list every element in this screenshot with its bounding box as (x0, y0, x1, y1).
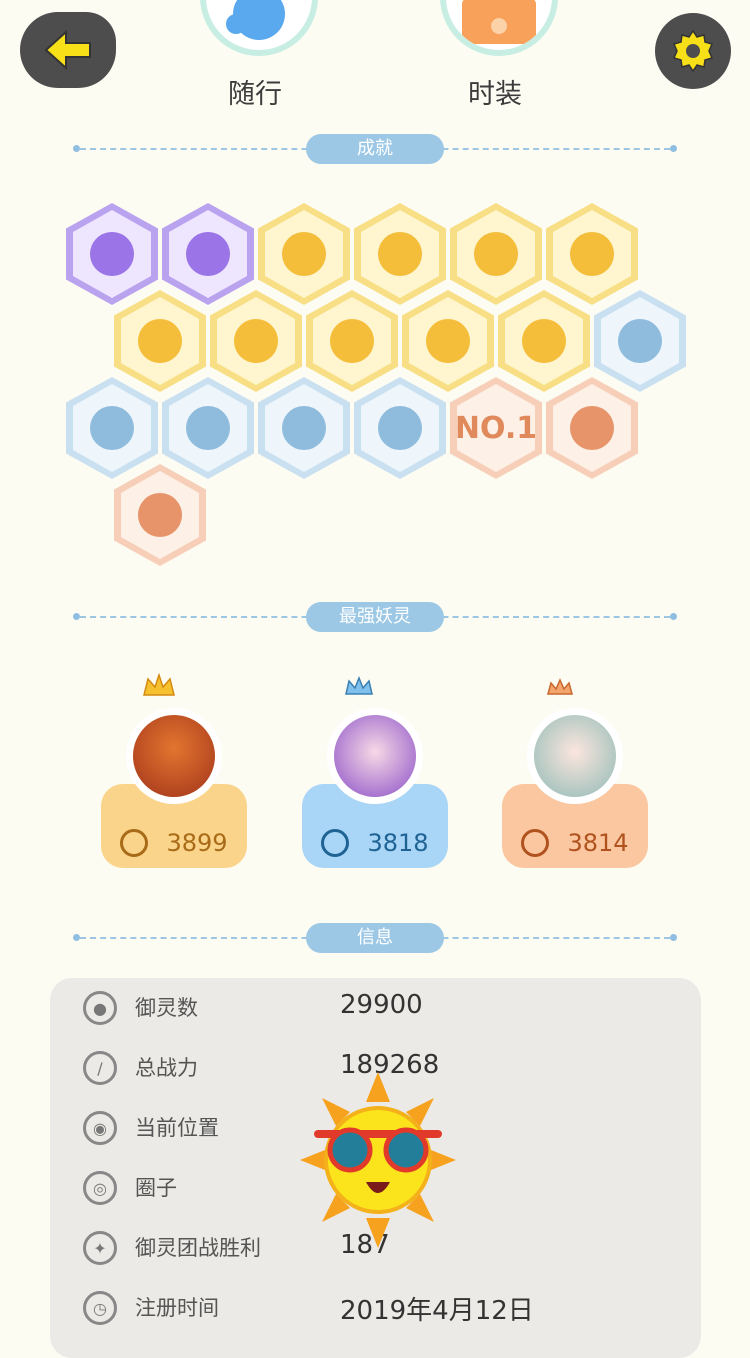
location-icon: ◉ (83, 1111, 117, 1145)
settings-button[interactable] (655, 13, 731, 89)
spirit-figure-icon (90, 406, 134, 450)
sword-icon: / (83, 1051, 117, 1085)
scroll-icon (426, 319, 470, 363)
companion-spirit-icon (226, 0, 285, 40)
shoe-icon (282, 232, 326, 276)
achievement-badge[interactable] (258, 203, 350, 305)
circle-icon: ◎ (83, 1171, 117, 1205)
cat-icon (378, 406, 422, 450)
info-label: 注册时间 (135, 1296, 219, 1320)
spirit-power: 3899 (166, 829, 228, 857)
info-value: 2019年4月12日 (340, 1296, 534, 1326)
achievement-badge[interactable] (354, 203, 446, 305)
achievement-badge[interactable] (114, 464, 206, 566)
achievement-badge[interactable] (450, 203, 542, 305)
achievement-badge[interactable] (114, 290, 206, 392)
spirits-section-title: 最强妖灵 (306, 602, 444, 632)
achievement-badge[interactable] (66, 203, 158, 305)
sword-icon (120, 829, 149, 857)
info-value: 29900 (340, 990, 423, 1020)
spirit-power: 3814 (567, 829, 629, 857)
divider-dot-left (73, 145, 80, 152)
stroller-icon (186, 406, 230, 450)
info-section-title: 信息 (306, 923, 444, 953)
fashion-label[interactable]: 时装 (425, 72, 565, 111)
companion-button[interactable] (200, 0, 318, 56)
gem-icon (570, 232, 614, 276)
crown-blue-icon (344, 675, 374, 702)
fox-icon (138, 319, 182, 363)
crown-orange-icon (546, 678, 574, 702)
info-label: 圈子 (135, 1176, 177, 1200)
achievement-badge[interactable] (162, 203, 254, 305)
achievement-badge[interactable] (594, 290, 686, 392)
achievement-badge[interactable] (306, 290, 398, 392)
shirt-icon (462, 0, 536, 44)
book-icon (522, 319, 566, 363)
team-icon: ✦ (83, 1231, 117, 1265)
info-row-spirit-count: ● 御灵数 29900 (50, 978, 701, 1038)
fashion-button[interactable] (440, 0, 558, 56)
divider-dot-left (73, 934, 80, 941)
achievement-badge[interactable] (66, 377, 158, 479)
fire-demon-avatar (133, 715, 215, 797)
spirit-avatar[interactable] (126, 708, 222, 804)
divider-dot-right (670, 145, 677, 152)
divider-dot-right (670, 613, 677, 620)
spirit-avatar[interactable] (527, 708, 623, 804)
helmet-icon (474, 232, 518, 276)
achievement-badge[interactable] (162, 377, 254, 479)
belt-icon (570, 406, 614, 450)
achievement-badge[interactable] (354, 377, 446, 479)
info-label: 总战力 (135, 1056, 198, 1080)
spirit-icon: ● (83, 991, 117, 1025)
achievements-section-title: 成就 (306, 134, 444, 164)
taiji-icon (234, 319, 278, 363)
back-button[interactable] (20, 12, 116, 88)
achievement-badge[interactable] (546, 203, 638, 305)
info-row-register-date: ◷ 注册时间 2019年4月12日 (50, 1278, 701, 1338)
achievement-badge[interactable] (546, 377, 638, 479)
achievement-badge[interactable] (402, 290, 494, 392)
divider-dot-left (73, 613, 80, 620)
sun-sunglasses-sticker (300, 1072, 456, 1252)
back-arrow-icon (44, 29, 91, 71)
achievement-badge[interactable] (498, 290, 590, 392)
target-icon (378, 232, 422, 276)
sword-icon (521, 829, 550, 857)
spirit-avatar[interactable] (327, 708, 423, 804)
spirit-power: 3818 (367, 829, 429, 857)
crown-gold-icon (142, 672, 176, 703)
no1-badge-text: NO.1 (454, 410, 538, 446)
info-label: 御灵数 (135, 996, 198, 1020)
clock-icon: ◷ (83, 1291, 117, 1325)
yinyang-icon (186, 232, 230, 276)
demon-icon (282, 406, 326, 450)
sword-icon (321, 829, 350, 857)
moon-icon (618, 319, 662, 363)
achievement-badge[interactable] (258, 377, 350, 479)
devil-icon (90, 232, 134, 276)
achievement-badge-no1[interactable]: NO.1 (450, 377, 542, 479)
info-label: 御灵团战胜利 (135, 1236, 261, 1260)
dragon-icon (330, 319, 374, 363)
gear-icon (672, 29, 714, 73)
divider-dot-right (670, 934, 677, 941)
silver-hair-girl-avatar (534, 715, 616, 797)
crossed-swords-icon (138, 493, 182, 537)
companion-label[interactable]: 随行 (185, 72, 325, 111)
purple-hair-girl-avatar (334, 715, 416, 797)
achievement-badge[interactable] (210, 290, 302, 392)
info-label: 当前位置 (135, 1116, 219, 1140)
